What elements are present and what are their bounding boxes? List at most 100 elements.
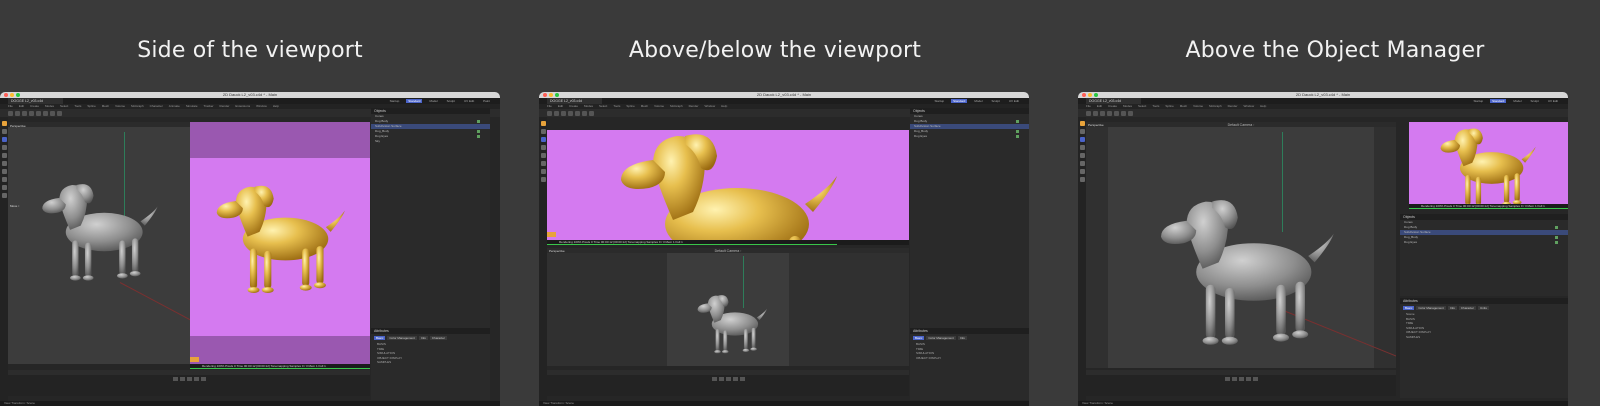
attribute-tab[interactable]: Character [1458, 306, 1477, 310]
scale-icon[interactable] [1114, 110, 1119, 116]
attribute-tab[interactable]: Info [418, 336, 428, 340]
attribute-tab[interactable]: Units [1478, 306, 1489, 310]
menu-edit[interactable]: Edit [1097, 104, 1102, 109]
layout-tab[interactable]: Startup [932, 99, 946, 103]
viewport[interactable]: Perspective Move ↕ [8, 122, 190, 364]
layout-tab[interactable]: Sculpt [1528, 99, 1540, 103]
mode-icon[interactable] [1, 121, 7, 126]
menu-character[interactable]: Character [150, 104, 163, 109]
menu-volume[interactable]: Volume [654, 104, 664, 109]
last-frame-icon[interactable] [200, 377, 206, 381]
attribute-tab[interactable]: Info [1447, 306, 1457, 310]
play-icon[interactable] [725, 377, 731, 381]
render-icon[interactable] [50, 110, 55, 116]
dog-model-grey[interactable] [38, 177, 164, 287]
next-frame-icon[interactable] [732, 377, 738, 381]
tool-icon[interactable] [1, 145, 7, 150]
menu-volume[interactable]: Volume [1193, 104, 1203, 109]
menu-modes[interactable]: Modes [584, 104, 593, 109]
last-frame-icon[interactable] [739, 377, 745, 381]
tool-icon[interactable] [540, 145, 546, 150]
layout-tab[interactable]: UV Edit [462, 99, 476, 103]
layout-tab[interactable]: UV Edit [1007, 99, 1021, 103]
render-icon[interactable] [589, 110, 594, 116]
menu-select[interactable]: Select [599, 104, 607, 109]
first-frame-icon[interactable] [1224, 377, 1230, 381]
tool-icon[interactable] [1, 129, 7, 134]
next-frame-icon[interactable] [193, 377, 199, 381]
menu-tools[interactable]: Tools [1152, 104, 1159, 109]
menu-edit[interactable]: Edit [19, 104, 24, 109]
file-tab[interactable]: DOGGE L2_v03.c4d [8, 98, 63, 104]
move-icon[interactable] [1107, 110, 1112, 116]
tool-icon[interactable] [1079, 169, 1085, 174]
tool-icon[interactable] [1079, 177, 1085, 182]
menu-modes[interactable]: Modes [45, 104, 54, 109]
first-frame-icon[interactable] [172, 377, 178, 381]
mode-icon[interactable] [1079, 121, 1085, 126]
menu-help[interactable]: Help [273, 104, 279, 109]
redo-icon[interactable] [554, 110, 559, 116]
menu-render[interactable]: Render [220, 104, 230, 109]
tool-icon[interactable] [1079, 153, 1085, 158]
layout-tab[interactable]: Startup [388, 99, 402, 103]
menu-animate[interactable]: Animate [169, 104, 180, 109]
render-icon[interactable] [1128, 110, 1133, 116]
move-tool-icon[interactable] [1079, 137, 1085, 142]
menu-spline[interactable]: Spline [626, 104, 634, 109]
play-icon[interactable] [1238, 377, 1244, 381]
dog-model-grey[interactable] [695, 290, 771, 358]
object-row[interactable]: Dog Eyes [910, 134, 1029, 139]
object-row[interactable]: Dog Eyes [1400, 240, 1568, 245]
menu-spline[interactable]: Spline [87, 104, 95, 109]
layout-tab[interactable]: Sculpt [989, 99, 1001, 103]
select-icon[interactable] [561, 110, 566, 116]
mode-icon[interactable] [540, 121, 546, 126]
layout-tab-active[interactable]: Standard [1490, 99, 1507, 103]
tool-icon[interactable] [1, 161, 7, 166]
tool-icon[interactable] [1079, 145, 1085, 150]
attribute-tab[interactable]: Info [957, 336, 967, 340]
attribute-tab[interactable]: Character [429, 336, 448, 340]
tool-icon[interactable] [540, 161, 546, 166]
menu-create[interactable]: Create [1108, 104, 1117, 109]
viewport-camera-label[interactable]: Default Camera ◦ [1086, 123, 1396, 127]
undo-icon[interactable] [547, 110, 552, 116]
tool-icon[interactable] [1, 193, 7, 198]
menu-create[interactable]: Create [30, 104, 39, 109]
redo-icon[interactable] [15, 110, 20, 116]
layout-tab[interactable]: Paint [481, 99, 492, 103]
object-row[interactable]: Sky [371, 139, 490, 144]
move-icon[interactable] [568, 110, 573, 116]
prev-frame-icon[interactable] [1231, 377, 1237, 381]
render-view-icon[interactable] [57, 110, 62, 116]
select-icon[interactable] [1100, 110, 1105, 116]
timeline[interactable] [547, 370, 909, 396]
attribute-tab[interactable]: Color Management [926, 336, 956, 340]
attribute-section[interactable]: SAMPLES [1400, 335, 1568, 340]
timeline[interactable] [8, 370, 370, 396]
tool-icon[interactable] [540, 153, 546, 158]
menu-edit[interactable]: Edit [558, 104, 563, 109]
viewport[interactable]: Perspective Default Camera ◦ Move ↕ [547, 248, 909, 366]
menu-help[interactable]: Help [721, 104, 727, 109]
menu-tools[interactable]: Tools [613, 104, 620, 109]
menu-mograph[interactable]: MoGraph [1209, 104, 1222, 109]
first-frame-icon[interactable] [711, 377, 717, 381]
undo-icon[interactable] [8, 110, 13, 116]
menu-simulate[interactable]: Simulate [186, 104, 198, 109]
tool-icon[interactable] [1079, 129, 1085, 134]
menu-tools[interactable]: Tools [74, 104, 81, 109]
move-icon[interactable] [29, 110, 34, 116]
menu-mograph[interactable]: MoGraph [131, 104, 144, 109]
layout-tab[interactable]: Startup [1471, 99, 1485, 103]
render-view[interactable] [190, 122, 370, 364]
last-frame-icon[interactable] [1252, 377, 1258, 381]
viewport[interactable]: Perspective Default Camera ◦ Move ↕ [1086, 122, 1396, 368]
layout-tab[interactable]: Model [1511, 99, 1523, 103]
menu-extensions[interactable]: Extensions [235, 104, 250, 109]
tool-icon[interactable] [1079, 161, 1085, 166]
menu-help[interactable]: Help [1260, 104, 1266, 109]
tool-icon[interactable] [1, 185, 7, 190]
undo-icon[interactable] [1086, 110, 1091, 116]
